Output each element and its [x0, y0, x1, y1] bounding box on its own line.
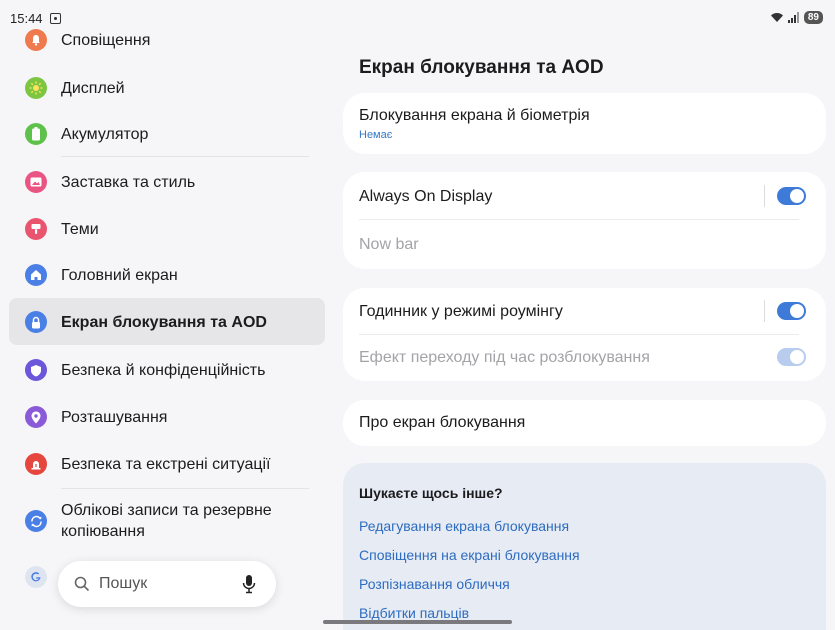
siren-icon [25, 453, 47, 475]
wifi-icon [770, 13, 783, 22]
wallpaper-icon [25, 171, 47, 193]
divider [61, 488, 309, 489]
sidebar-item-label: Облікові записи та резервне копіювання [61, 500, 272, 542]
sun-icon [25, 77, 47, 99]
brush-icon [25, 218, 47, 240]
sidebar-item-label: Безпека й конфіденційність [61, 362, 266, 379]
shield-icon [25, 359, 47, 381]
suggestion-link-fingerprints[interactable]: Відбитки пальців [359, 605, 469, 621]
about-lock-screen-card[interactable]: Про екран блокування [343, 400, 826, 446]
unlock-transition-effect-toggle[interactable] [777, 348, 806, 366]
roaming-clock-title[interactable]: Годинник у режимі роумінгу [359, 303, 563, 321]
sidebar-item-label: Акумулятор [61, 126, 149, 143]
bell-icon [25, 29, 47, 51]
sidebar-item-themes[interactable]: Теми [9, 215, 325, 243]
separator [764, 185, 765, 207]
divider [61, 156, 309, 157]
search-icon [74, 576, 90, 592]
sidebar-item-label: Головний екран [61, 267, 178, 284]
status-icons: 89 [770, 11, 823, 24]
home-indicator[interactable] [323, 620, 512, 624]
suggestion-link-lock-screen-notifications[interactable]: Сповіщення на екрані блокування [359, 547, 580, 563]
sidebar-item-wallpaper[interactable]: Заставка та стиль [9, 168, 325, 196]
lock-screen-biometrics-card[interactable]: Блокування екрана й біометрія Немає [343, 93, 826, 154]
sidebar-item-label-line1: Облікові записи та резервне [61, 502, 272, 519]
sidebar-item-label: Екран блокування та AOD [61, 314, 267, 331]
sidebar-item-home-screen[interactable]: Головний екран [9, 261, 325, 289]
search-bar[interactable]: Пошук [58, 561, 276, 607]
google-icon [25, 566, 47, 588]
battery-badge: 89 [803, 11, 823, 24]
lock-screen-biometrics-title: Блокування екрана й біометрія [359, 107, 590, 124]
sidebar-item-battery[interactable]: Акумулятор [9, 120, 325, 148]
row-divider [359, 219, 799, 220]
sidebar-item-safety-emergency[interactable]: Безпека та екстрені ситуації [9, 450, 325, 478]
settings-sidebar[interactable]: Сповіщення Дисплей Акумулятор Заставка т… [0, 0, 335, 630]
sidebar-item-label: Сповіщення [61, 32, 151, 49]
lock-icon [25, 311, 47, 333]
lock-screen-biometrics-value: Немає [359, 129, 393, 141]
row-divider [359, 334, 799, 335]
sidebar-item-label: Розташування [61, 409, 168, 426]
battery-icon [25, 123, 47, 145]
signal-icon [787, 12, 799, 23]
about-lock-screen-title: Про екран блокування [359, 414, 526, 431]
unlock-transition-effect-title: Ефект переходу під час розблокування [359, 349, 650, 366]
sidebar-item-accounts-backup[interactable]: Облікові записи та резервне копіювання [9, 498, 325, 544]
suggestion-link-face-recognition[interactable]: Розпізнавання обличчя [359, 576, 510, 592]
location-pin-icon [25, 406, 47, 428]
sidebar-item-notifications[interactable]: Сповіщення [9, 26, 325, 54]
roaming-clock-card: Годинник у режимі роумінгу Ефект переход… [343, 288, 826, 381]
roaming-clock-toggle[interactable] [777, 302, 806, 320]
now-bar-item[interactable]: Now bar [359, 236, 419, 254]
sidebar-item-label: Заставка та стиль [61, 174, 196, 191]
separator [764, 300, 765, 322]
sidebar-item-label: Безпека та екстрені ситуації [61, 456, 271, 473]
suggestions-card: Шукаєте щось інше? Редагування екрана бл… [343, 463, 826, 630]
sidebar-item-lock-screen[interactable]: Екран блокування та AOD [9, 298, 325, 345]
mic-icon[interactable] [242, 574, 256, 594]
suggestion-link-edit-lock-screen[interactable]: Редагування екрана блокування [359, 518, 569, 534]
aod-card: Always On Display Now bar [343, 172, 826, 269]
home-icon [25, 264, 47, 286]
sidebar-item-location[interactable]: Розташування [9, 403, 325, 431]
sidebar-item-security-privacy[interactable]: Безпека й конфіденційність [9, 356, 325, 384]
sync-icon [25, 510, 47, 532]
aod-toggle[interactable] [777, 187, 806, 205]
page-title: Екран блокування та AOD [359, 57, 604, 78]
aod-title[interactable]: Always On Display [359, 188, 492, 206]
sidebar-item-label: Дисплей [61, 80, 125, 97]
sidebar-item-display[interactable]: Дисплей [9, 74, 325, 102]
sidebar-item-label-line2: копіювання [61, 523, 145, 540]
suggestions-title: Шукаєте щось інше? [359, 485, 503, 501]
search-label: Пошук [99, 575, 148, 592]
sidebar-item-label: Теми [61, 221, 99, 238]
